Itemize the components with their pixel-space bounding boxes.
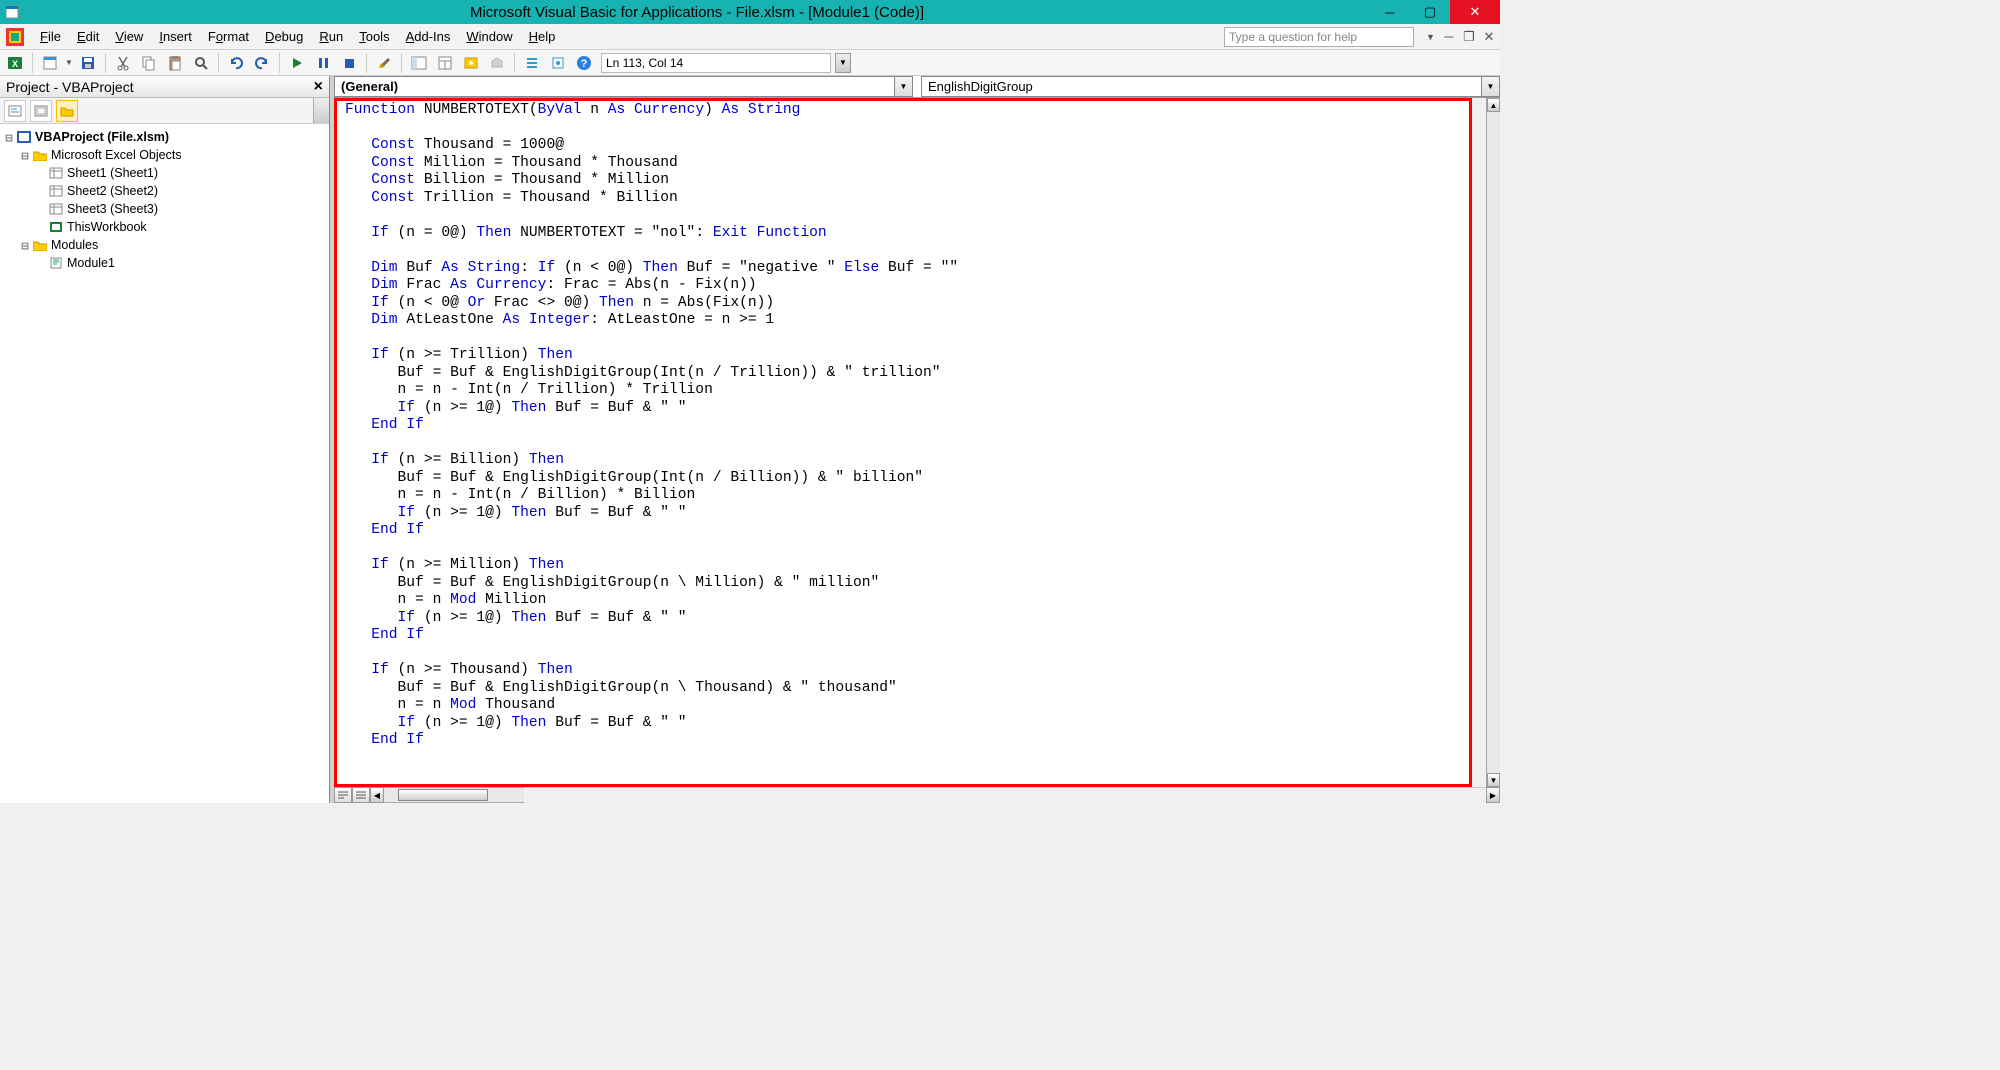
help-dropdown-icon[interactable]: ▼	[1422, 27, 1436, 47]
mdi-close-button[interactable]: ✕	[1482, 30, 1496, 44]
tab-order-button[interactable]	[521, 52, 543, 74]
menu-help[interactable]: Help	[521, 26, 564, 47]
vertical-scrollbar[interactable]: ▲ ▼	[1486, 98, 1500, 787]
copy-button[interactable]	[138, 52, 160, 74]
folder-icon	[32, 238, 48, 252]
reset-button[interactable]	[338, 52, 360, 74]
bookmark-button[interactable]	[547, 52, 569, 74]
procedure-selector[interactable]: EnglishDigitGroup ▼	[921, 76, 1500, 97]
tree-project-root[interactable]: ⊟ VBAProject (File.xlsm)	[2, 128, 327, 146]
menu-tools[interactable]: Tools	[351, 26, 397, 47]
standard-toolbar: X ▼ ? Ln 113, Col 14 ▼	[0, 50, 1500, 76]
project-explorer-close-button[interactable]: ×	[314, 78, 323, 96]
code-navigation-bar: (General) ▼ EnglishDigitGroup ▼	[334, 76, 1500, 98]
scroll-right-icon[interactable]: ▶	[1486, 787, 1500, 803]
design-mode-button[interactable]	[373, 52, 395, 74]
cursor-position-dropdown-icon[interactable]: ▼	[835, 53, 851, 73]
chevron-down-icon[interactable]: ▼	[894, 77, 912, 96]
cursor-position: Ln 113, Col 14	[601, 53, 831, 73]
find-button[interactable]	[190, 52, 212, 74]
menu-run[interactable]: Run	[311, 26, 351, 47]
project-explorer-button[interactable]	[408, 52, 430, 74]
code-pane: (General) ▼ EnglishDigitGroup ▼ Function…	[330, 76, 1500, 803]
undo-button[interactable]	[225, 52, 247, 74]
mdi-restore-button[interactable]: ❐	[1462, 30, 1476, 44]
code-editor[interactable]: Function NUMBERTOTEXT(ByVal n As Currenc…	[334, 98, 1472, 787]
tree-modules-folder[interactable]: ⊟ Modules	[2, 236, 327, 254]
mdi-minimize-button[interactable]: ─	[1442, 30, 1456, 44]
tree-sheet1[interactable]: Sheet1 (Sheet1)	[2, 164, 327, 182]
menu-insert[interactable]: Insert	[151, 26, 200, 47]
view-excel-button[interactable]: X	[4, 52, 26, 74]
module-icon	[48, 256, 64, 270]
procedure-view-button[interactable]	[334, 787, 352, 803]
redo-button[interactable]	[251, 52, 273, 74]
cut-button[interactable]	[112, 52, 134, 74]
main-area: Project - VBAProject × ⊟ VBAProject (Fil…	[0, 76, 1500, 803]
svg-text:X: X	[12, 59, 18, 69]
folder-icon	[32, 148, 48, 162]
toolbox-button[interactable]	[486, 52, 508, 74]
project-explorer-title: Project - VBAProject	[6, 79, 314, 95]
tree-sheet2[interactable]: Sheet2 (Sheet2)	[2, 182, 327, 200]
menu-format[interactable]: Format	[200, 26, 257, 47]
maximize-button[interactable]: ▢	[1410, 0, 1450, 24]
close-button[interactable]: ✕	[1450, 0, 1500, 24]
scroll-left-icon[interactable]: ◀	[370, 787, 384, 803]
help-button[interactable]: ?	[573, 52, 595, 74]
minimize-button[interactable]: ─	[1370, 0, 1410, 24]
expander-icon[interactable]: ⊟	[18, 238, 32, 253]
code-bottom-bar: ◀ ▶	[334, 787, 1500, 803]
save-button[interactable]	[77, 52, 99, 74]
help-search-input[interactable]: Type a question for help	[1224, 27, 1414, 47]
menu-view[interactable]: View	[107, 26, 151, 47]
insert-dropdown-icon[interactable]: ▼	[65, 58, 73, 67]
menubar: File Edit View Insert Format Debug Run T…	[0, 24, 1500, 50]
titlebar: Microsoft Visual Basic for Applications …	[0, 0, 1500, 24]
toggle-folders-button[interactable]	[56, 100, 78, 122]
window-title: Microsoft Visual Basic for Applications …	[24, 4, 1370, 21]
paste-button[interactable]	[164, 52, 186, 74]
run-button[interactable]	[286, 52, 308, 74]
sheet-icon	[48, 166, 64, 180]
tree-thisworkbook[interactable]: ThisWorkbook	[2, 218, 327, 236]
full-module-view-button[interactable]	[352, 787, 370, 803]
menu-edit[interactable]: Edit	[69, 26, 107, 47]
object-selector[interactable]: (General) ▼	[334, 76, 913, 97]
view-code-button[interactable]	[4, 100, 26, 122]
menu-addins[interactable]: Add-Ins	[398, 26, 459, 47]
menu-file[interactable]: File	[32, 26, 69, 47]
system-menu-icon[interactable]	[0, 5, 24, 19]
project-explorer-titlebar: Project - VBAProject ×	[0, 76, 329, 98]
sheet-icon	[48, 202, 64, 216]
object-browser-button[interactable]	[460, 52, 482, 74]
chevron-down-icon[interactable]: ▼	[1481, 77, 1499, 96]
menu-window[interactable]: Window	[458, 26, 520, 47]
expander-icon[interactable]: ⊟	[18, 148, 32, 163]
project-tree[interactable]: ⊟ VBAProject (File.xlsm) ⊟ Microsoft Exc…	[0, 124, 329, 803]
workbook-icon	[48, 220, 64, 234]
properties-window-button[interactable]	[434, 52, 456, 74]
sheet-icon	[48, 184, 64, 198]
scroll-down-icon[interactable]: ▼	[1487, 773, 1500, 787]
scroll-up-icon[interactable]: ▲	[1487, 98, 1500, 112]
project-explorer-grip[interactable]	[313, 98, 329, 123]
vba-app-icon	[4, 26, 26, 48]
project-icon	[16, 130, 32, 144]
expander-icon[interactable]: ⊟	[2, 130, 16, 145]
menu-debug[interactable]: Debug	[257, 26, 311, 47]
break-button[interactable]	[312, 52, 334, 74]
horizontal-scrollbar[interactable]	[384, 787, 524, 803]
project-explorer: Project - VBAProject × ⊟ VBAProject (Fil…	[0, 76, 330, 803]
project-explorer-toolbar	[0, 98, 329, 124]
svg-text:?: ?	[581, 58, 588, 70]
tree-sheet3[interactable]: Sheet3 (Sheet3)	[2, 200, 327, 218]
tree-module1[interactable]: Module1	[2, 254, 327, 272]
tree-excel-objects-folder[interactable]: ⊟ Microsoft Excel Objects	[2, 146, 327, 164]
insert-module-button[interactable]	[39, 52, 61, 74]
view-object-button[interactable]	[30, 100, 52, 122]
